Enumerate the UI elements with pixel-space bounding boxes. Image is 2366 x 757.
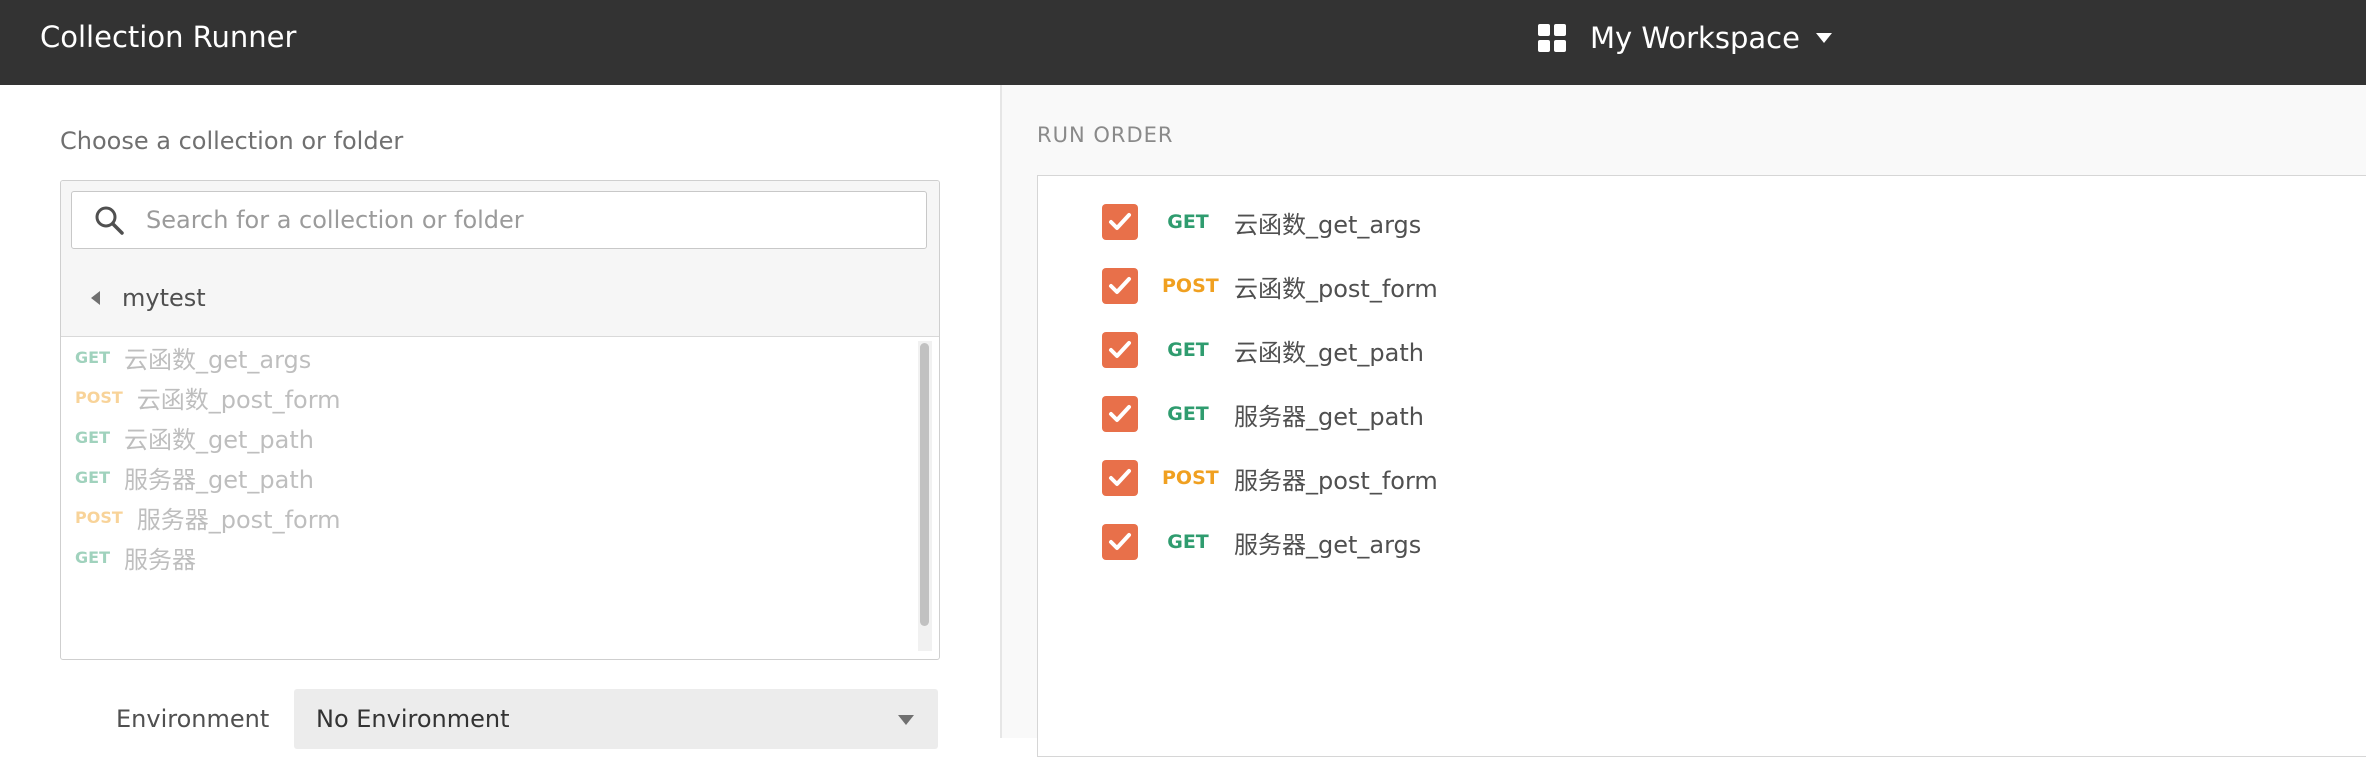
request-name: 云函数_get_path [1234,338,1424,367]
request-name: 服务器_get_args [1234,530,1422,559]
method-badge: POST [75,507,123,527]
collection-back-row[interactable]: mytest [61,261,939,335]
run-order-item: POST 云函数_post_form [1102,266,1438,306]
method-badge: GET [1167,211,1209,233]
search-box[interactable] [71,191,927,249]
request-name: 云函数_get_args [123,345,312,374]
environment-value: No Environment [316,705,510,733]
method-badge: POST [75,387,123,407]
collection-name: mytest [122,284,206,312]
method-badge: GET [1167,339,1209,361]
check-icon [1109,277,1131,294]
item-checkbox[interactable] [1102,524,1138,560]
search-icon [95,206,124,235]
method-badge: GET [75,547,110,567]
method-badge: GET [1167,531,1209,553]
list-item[interactable]: GET 云函数_get_args [75,337,311,377]
run-order-item: GET 云函数_get_path [1102,330,1424,370]
search-input[interactable] [144,200,908,240]
check-icon [1109,469,1131,486]
item-checkbox[interactable] [1102,396,1138,432]
list-item[interactable]: GET 服务器_get_path [75,457,314,497]
app-title: Collection Runner [40,20,297,54]
check-icon [1109,405,1131,422]
request-name: 云函数_get_args [1234,210,1422,239]
request-name: 云函数_post_form [136,385,341,414]
item-checkbox[interactable] [1102,204,1138,240]
request-name: 服务器_get_path [123,465,314,494]
list-item[interactable]: POST 云函数_post_form [75,377,341,417]
request-name: 服务器_get_path [1234,402,1424,431]
list-item[interactable]: GET 服务器 [75,537,196,577]
list-item[interactable]: POST 服务器_post_form [75,497,341,537]
list-item[interactable]: GET 云函数_get_path [75,417,314,457]
workspace-grid-icon [1538,24,1566,52]
method-badge: GET [75,347,110,367]
list-scrollbar[interactable] [918,341,932,651]
request-name: 服务器 [123,545,196,574]
run-order-list: GET 云函数_get_args POST 云函数_post_form GET … [1037,175,2366,757]
left-panel: Choose a collection or folder mytest GET… [0,85,1000,749]
check-icon [1109,533,1131,550]
workspace-switcher[interactable]: My Workspace [1538,18,1832,58]
request-list: GET 云函数_get_args POST 云函数_post_form GET … [61,337,939,659]
picker-header: mytest [61,181,939,337]
method-badge: GET [75,427,110,447]
run-order-heading: RUN ORDER [1037,123,1174,147]
chevron-down-icon [898,715,914,725]
run-order-item: POST 服务器_post_form [1102,458,1438,498]
environment-label: Environment [116,705,270,733]
method-badge: POST [1162,467,1219,489]
request-name: 云函数_get_path [123,425,314,454]
check-icon [1109,213,1131,230]
item-checkbox[interactable] [1102,268,1138,304]
check-icon [1109,341,1131,358]
run-order-item: GET 服务器_get_path [1102,394,1424,434]
workspace-name: My Workspace [1590,21,1800,55]
collection-picker: mytest GET 云函数_get_args POST 云函数_post_fo… [60,180,940,660]
request-name: 云函数_post_form [1234,274,1438,303]
method-badge: GET [1167,403,1209,425]
environment-select[interactable]: No Environment [294,689,938,749]
scroll-thumb[interactable] [920,343,929,626]
run-order-item: GET 服务器_get_args [1102,522,1421,562]
chevron-down-icon [1815,33,1832,43]
choose-collection-label: Choose a collection or folder [60,127,404,155]
back-caret-icon [91,291,100,305]
run-order-panel: RUN ORDER GET 云函数_get_args POST 云函数_post… [1002,85,2366,757]
method-badge: POST [1162,275,1219,297]
request-name: 服务器_post_form [136,505,341,534]
item-checkbox[interactable] [1102,460,1138,496]
run-order-item: GET 云函数_get_args [1102,202,1421,242]
item-checkbox[interactable] [1102,332,1138,368]
method-badge: GET [75,467,110,487]
request-name: 服务器_post_form [1234,466,1438,495]
app-header: Collection Runner My Workspace [0,0,2366,85]
